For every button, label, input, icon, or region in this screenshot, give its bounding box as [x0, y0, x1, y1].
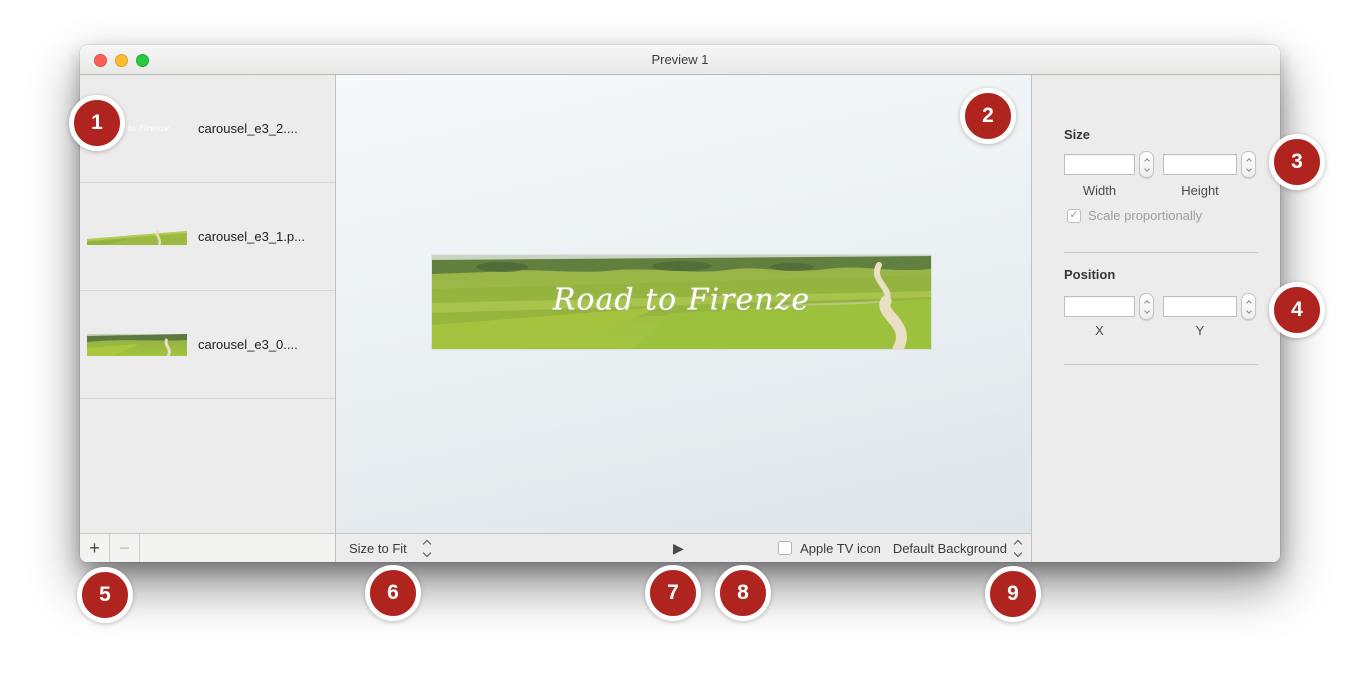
divider: [1064, 252, 1258, 253]
callout-badge-2: 2: [960, 88, 1016, 144]
stepper-up-icon: [1246, 158, 1252, 164]
y-stepper[interactable]: [1241, 293, 1256, 320]
remove-layer-button[interactable]: −: [110, 534, 140, 562]
layer-row-landscape[interactable]: carousel_e3_0....: [80, 291, 335, 399]
play-button[interactable]: ▶: [673, 534, 684, 562]
stepper-up-icon: [1144, 300, 1150, 306]
scale-proportionally-label: Scale proportionally: [1088, 208, 1202, 223]
minimize-button[interactable]: [115, 54, 128, 67]
x-label: X: [1064, 323, 1135, 338]
stepper-up-icon: [1144, 158, 1150, 164]
apple-tv-icon-label: Apple TV icon: [800, 541, 881, 556]
callout-badge-8: 8: [715, 565, 771, 621]
size-section-title: Size: [1064, 127, 1090, 142]
bottom-toolbar: Size to Fit ▶ Apple TV icon Default Back…: [336, 533, 1031, 562]
scale-proportionally-row: ✓ Scale proportionally: [1067, 208, 1202, 223]
grass-strip-thumb-icon: [87, 229, 187, 245]
zoom-button[interactable]: [136, 54, 149, 67]
layer-thumbnail-grass: [84, 229, 190, 245]
callout-badge-5: 5: [77, 567, 133, 623]
width-label: Width: [1064, 183, 1135, 198]
preview-window: Preview 1 Road to Firenze carousel_e3_2.…: [80, 45, 1280, 562]
size-to-fit-popup[interactable]: Size to Fit: [349, 534, 430, 562]
stepper-down-icon: [1144, 308, 1150, 314]
stepper-down-icon: [1246, 308, 1252, 314]
size-to-fit-label: Size to Fit: [349, 541, 407, 556]
popup-updown-icon: [424, 541, 430, 556]
inspector-panel: Size Width Height ✓ Scale proportionally: [1031, 75, 1280, 562]
layer-sidebar: Road to Firenze carousel_e3_2....: [80, 75, 336, 562]
height-stepper[interactable]: [1241, 151, 1256, 178]
window-controls: [94, 54, 149, 67]
x-input[interactable]: [1064, 296, 1135, 317]
layer-name: carousel_e3_1.p...: [198, 229, 305, 244]
layer-name: carousel_e3_0....: [198, 337, 298, 352]
landscape-thumb-icon: [87, 334, 187, 356]
canvas-column: Road to Firenze Size to Fit ▶: [336, 75, 1031, 562]
position-section-title: Position: [1064, 267, 1115, 282]
divider: [1064, 364, 1258, 365]
layer-thumbnail-landscape: [84, 334, 190, 356]
title-bar: Preview 1: [80, 45, 1280, 75]
callout-badge-4: 4: [1269, 282, 1325, 338]
banner-title-text: Road to Firenze: [432, 282, 931, 317]
stepper-up-icon: [1246, 300, 1252, 306]
width-input[interactable]: [1064, 154, 1135, 175]
y-label: Y: [1163, 323, 1237, 338]
callout-badge-3: 3: [1269, 134, 1325, 190]
layer-row-grass[interactable]: carousel_e3_1.p...: [80, 183, 335, 291]
window-body: Road to Firenze carousel_e3_2....: [80, 75, 1280, 562]
layer-name: carousel_e3_2....: [198, 121, 298, 136]
apple-tv-icon-checkbox[interactable]: [778, 541, 792, 555]
callout-badge-9: 9: [985, 566, 1041, 622]
layer-list: Road to Firenze carousel_e3_2....: [80, 75, 335, 533]
height-input[interactable]: [1163, 154, 1237, 175]
toolbar-right-group: Apple TV icon Default Background: [778, 534, 1021, 562]
add-layer-button[interactable]: +: [80, 534, 110, 562]
sidebar-bottom-bar: + −: [80, 533, 335, 562]
scale-proportionally-checkbox[interactable]: ✓: [1067, 209, 1081, 223]
preview-banner-layer[interactable]: Road to Firenze: [432, 255, 931, 349]
background-popup[interactable]: [1015, 541, 1021, 556]
width-stepper[interactable]: [1139, 151, 1154, 178]
play-icon: ▶: [673, 540, 684, 557]
callout-badge-6: 6: [365, 565, 421, 621]
callout-badge-1: 1: [69, 95, 125, 151]
window-title: Preview 1: [651, 52, 708, 67]
stepper-down-icon: [1144, 166, 1150, 172]
y-input[interactable]: [1163, 296, 1237, 317]
callout-badge-7: 7: [645, 565, 701, 621]
height-label: Height: [1163, 183, 1237, 198]
background-popup-label: Default Background: [893, 541, 1007, 556]
page: Preview 1 Road to Firenze carousel_e3_2.…: [0, 0, 1360, 679]
stepper-down-icon: [1246, 166, 1252, 172]
preview-stage: Road to Firenze: [336, 75, 1031, 533]
close-button[interactable]: [94, 54, 107, 67]
x-stepper[interactable]: [1139, 293, 1154, 320]
